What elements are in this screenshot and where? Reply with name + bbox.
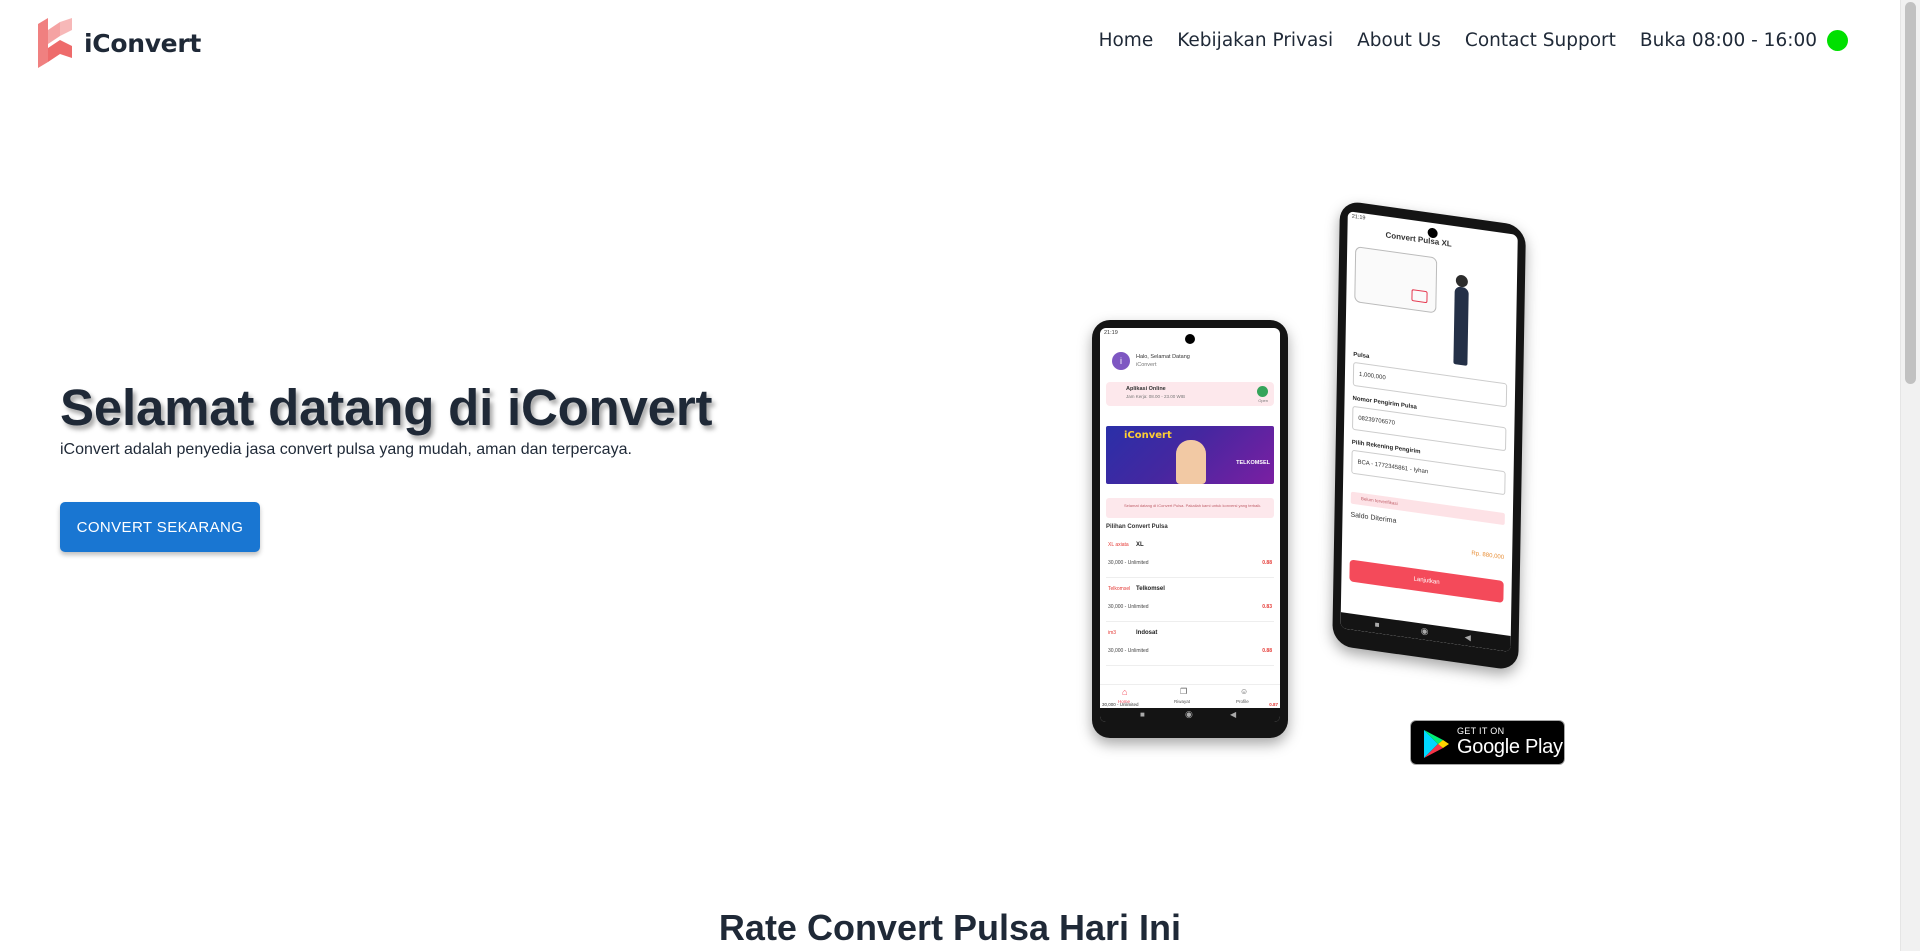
promo-banner: iConvert TELKOMSEL [1106,426,1274,484]
provider-name: Indosat [1136,630,1158,636]
notice-text: Selamat datang di iConvert Pulsa. Pakail… [1124,503,1262,508]
home-circle-icon: ◉ [1185,709,1193,719]
phone-clock: 21:19 [1104,330,1118,336]
app-online-card: Aplikasi Online Jam Kerja: 08.00 - 23.00… [1106,382,1274,406]
convert-title: Convert Pulsa XL [1385,230,1452,249]
saldo-value: Rp. 880,000 [1471,550,1505,562]
camera-icon [1185,334,1195,344]
provider-name: Telkomsel [1136,586,1165,592]
peek-range: 30,000 - Unlimited [1102,702,1139,707]
recents-icon: ■ [1374,619,1380,630]
phone-system-nav: ■ ◉ ◀ [1100,708,1280,722]
banner-telkomsel: TELKOMSEL [1236,460,1270,466]
badge-line2: Google Play [1457,736,1563,758]
nav-privacy-policy[interactable]: Kebijakan Privasi [1177,30,1333,51]
hero-title: Selamat datang di iConvert [60,379,713,436]
home-circle-icon: ◉ [1420,625,1429,637]
scrollbar-thumb[interactable] [1905,2,1916,384]
nav-about-us[interactable]: About Us [1357,30,1441,51]
list-item[interactable]: Telkomsel Telkomsel 30,000 - Unlimited 0… [1106,582,1274,622]
brand-logo[interactable]: iConvert [38,18,201,68]
account-select[interactable] [1351,449,1506,496]
provider-rate: 0.83 [1262,604,1272,610]
opening-hours: Buka 08:00 - 16:00 [1640,30,1848,51]
online-hours: Jam Kerja: 08.00 - 23.00 WIB [1126,394,1186,399]
verification-text: Belum terverifikasi [1360,495,1398,507]
phone-home-screen: 21:19 i Halo, Selamat Datang iConvert Ap… [1100,328,1280,722]
banner-person-illustration [1176,440,1206,484]
iconvert-logo-icon [38,18,72,68]
phone-system-nav: ■ ◉ ◀ [1340,612,1511,652]
profile-icon: ☺ [1240,687,1249,696]
rate-section-title: Rate Convert Pulsa Hari Ini [718,907,1182,948]
provider-list-title: Pilihan Convert Pulsa [1106,524,1168,530]
list-item[interactable]: XL axiata XL 30,000 - Unlimited 0.88 [1106,538,1274,578]
bottom-nav-history: Riwayat [1174,699,1191,704]
provider-range: 30,000 - Unlimited [1108,560,1149,566]
online-status-icon [1827,30,1848,51]
history-icon: ❐ [1180,687,1188,696]
avatar: i [1112,352,1130,370]
brand-name: iConvert [84,28,202,58]
main-nav: Home Kebijakan Privasi About Us Contact … [1075,30,1848,51]
nav-home[interactable]: Home [1099,30,1154,51]
person-illustration [1453,286,1469,366]
hero-subtitle: iConvert adalah penyedia jasa convert pu… [60,441,632,458]
peek-rate: 0.87 [1269,702,1278,707]
provider-brand: Telkomsel [1108,586,1131,592]
greeting-text: Halo, Selamat Datang [1136,354,1190,360]
nav-contact-support[interactable]: Contact Support [1465,30,1616,51]
badge-line1: GET IT ON [1457,726,1505,736]
credit-card-illustration [1354,246,1438,314]
online-indicator-icon [1257,386,1268,397]
continue-button[interactable]: Lanjutkan [1349,559,1504,603]
banner-title: iConvert [1124,430,1172,441]
provider-brand: im3 [1108,630,1117,636]
bottom-nav-profile: Profile [1236,699,1249,704]
phone-clock: 21:19 [1351,213,1366,222]
pulsa-label: Pulsa [1353,351,1370,361]
phone-mockup-home: 21:19 i Halo, Selamat Datang iConvert Ap… [1092,320,1288,738]
google-play-badge[interactable]: GET IT ON Google Play [1410,720,1565,765]
username-text: iConvert [1136,362,1157,368]
phone-mockup-convert: 21:19 Convert Pulsa XL Pulsa 1,000,000 N… [1332,200,1526,672]
provider-rate: 0.88 [1262,648,1272,654]
phone-convert-screen: 21:19 Convert Pulsa XL Pulsa 1,000,000 N… [1340,211,1518,652]
home-icon: ⌂ [1122,687,1128,697]
person-illustration-head [1455,274,1468,288]
provider-range: 30,000 - Unlimited [1108,648,1149,654]
provider-name: XL [1136,542,1144,548]
google-play-icon [1424,730,1449,758]
back-icon: ◀ [1464,632,1471,643]
saldo-label: Saldo Diterima [1350,511,1397,525]
online-badge: Open [1258,398,1268,403]
page-scrollbar[interactable] [1900,0,1920,951]
online-title: Aplikasi Online [1126,386,1166,392]
convert-now-button[interactable]: CONVERT SEKARANG [60,502,260,552]
site-header: iConvert Home Kebijakan Privasi About Us… [0,0,1900,88]
provider-brand: XL axiata [1108,542,1129,548]
provider-range: 30,000 - Unlimited [1108,604,1149,610]
opening-hours-text: Buka 08:00 - 16:00 [1639,30,1817,51]
list-item[interactable]: im3 Indosat 30,000 - Unlimited 0.88 [1106,626,1274,666]
back-icon: ◀ [1230,710,1237,719]
welcome-notice: Selamat datang di iConvert Pulsa. Pakail… [1106,498,1274,518]
recents-icon: ■ [1140,710,1145,719]
provider-rate: 0.88 [1262,560,1272,566]
